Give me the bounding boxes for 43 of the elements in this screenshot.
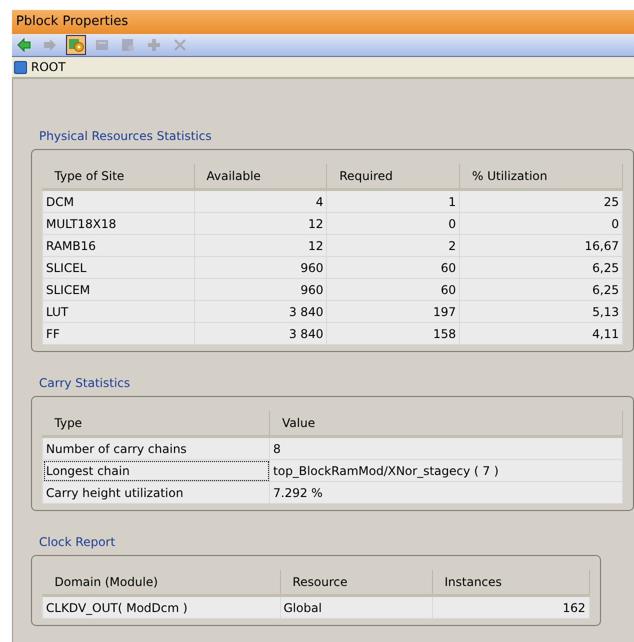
- table-cell: 7.292 %: [270, 482, 622, 504]
- table-cell: LUT: [42, 300, 194, 322]
- table-cell: 12: [194, 212, 327, 234]
- table-cell: FF: [42, 322, 194, 344]
- table-cell: CLKDV_OUT( ModDcm ): [42, 596, 280, 618]
- table-cell: 6,25: [460, 278, 622, 300]
- table-cell: 6,25: [460, 256, 622, 278]
- table-cell: 162: [432, 596, 589, 618]
- table-cell: 4: [194, 190, 327, 212]
- table-cell: 960: [194, 256, 327, 278]
- section-title: Carry Statistics: [39, 376, 130, 390]
- table-cell: 3 840: [194, 322, 327, 344]
- panel-title: Pblock Properties: [12, 10, 634, 34]
- table-cell: 3 840: [194, 300, 327, 322]
- table-cell: 16,67: [460, 234, 622, 256]
- table-cell: 1: [326, 190, 460, 212]
- table-cell: 8: [270, 436, 622, 460]
- table-cell: Carry height utilization: [42, 482, 270, 504]
- table-cell: SLICEM: [42, 278, 194, 300]
- table-cell: 960: [194, 278, 327, 300]
- table-cell: 12: [194, 234, 327, 256]
- tree-node-label[interactable]: ROOT: [31, 60, 66, 74]
- table-cell: 0: [460, 212, 622, 234]
- table-cell: 5,13: [460, 300, 622, 322]
- table-cell: 60: [326, 278, 460, 300]
- table-cell: 158: [326, 322, 460, 344]
- table-cell: Global: [280, 596, 432, 618]
- table-cell: 2: [326, 234, 460, 256]
- section-title: Physical Resources Statistics: [39, 129, 212, 143]
- table-cell: DCM: [42, 190, 194, 212]
- table-cell: SLICEL: [42, 256, 194, 278]
- table-cell: MULT18X18: [42, 212, 194, 234]
- table-cell: Number of carry chains: [42, 436, 270, 460]
- table-cell: 4,11: [460, 322, 622, 344]
- section-title: Clock Report: [39, 535, 116, 549]
- table-cell: RAMB16: [42, 234, 194, 256]
- table-cell: Longest chain: [42, 460, 270, 482]
- pblock-icon: [14, 60, 27, 74]
- table-cell: 0: [326, 212, 460, 234]
- table-cell: 25: [460, 190, 622, 212]
- table-cell: 197: [326, 300, 460, 322]
- table-cell: 60: [326, 256, 460, 278]
- table-cell: top_BlockRamMod/XNor_stagecy ( 7 ): [270, 460, 622, 482]
